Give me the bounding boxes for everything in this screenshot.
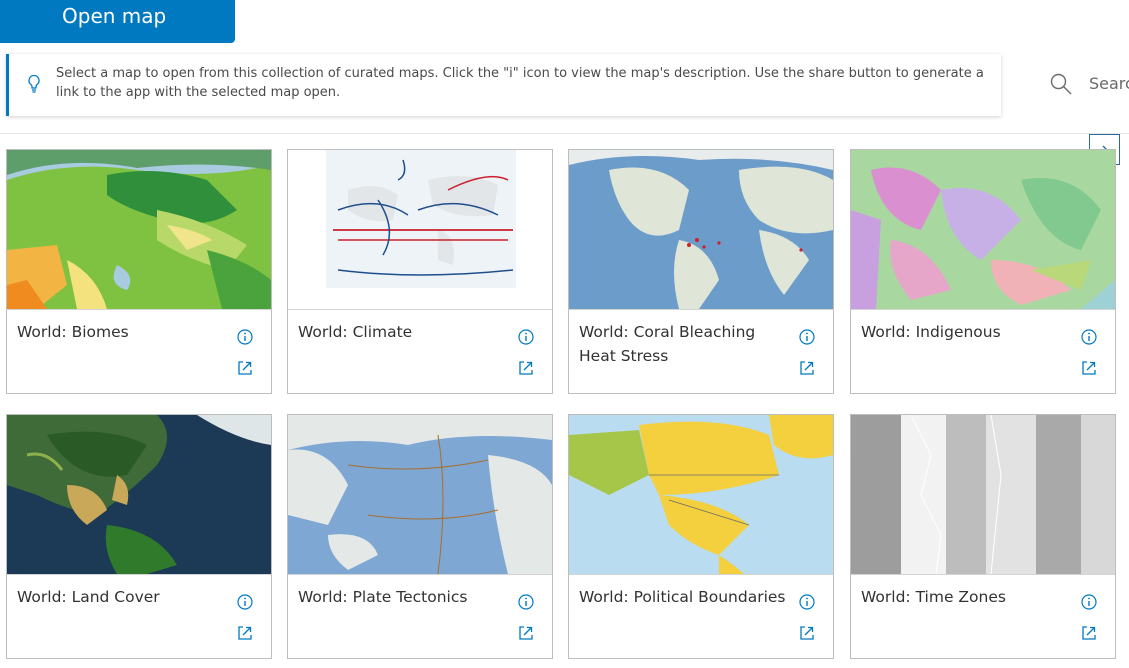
info-icon[interactable] [517,328,535,346]
info-icon[interactable] [236,593,254,611]
info-notice: Select a map to open from this collectio… [6,54,1001,116]
notice-text: Select a map to open from this collectio… [56,66,984,100]
card-title: World: Political Boundaries [579,588,786,606]
search-icon[interactable] [1049,72,1073,96]
share-icon[interactable] [798,359,816,377]
info-icon[interactable] [1080,328,1098,346]
card-title: World: Plate Tectonics [298,588,468,606]
map-card[interactable]: World: Climate [287,149,553,394]
map-thumbnail[interactable] [569,415,833,575]
share-icon[interactable] [798,624,816,642]
share-icon[interactable] [236,359,254,377]
search-input[interactable]: Searc [1089,74,1129,93]
lightbulb-icon [27,74,41,94]
map-thumbnail[interactable] [851,415,1115,575]
divider [0,133,1129,134]
info-icon[interactable] [798,593,816,611]
map-card[interactable]: World: Indigenous [850,149,1116,394]
card-title: World: Biomes [17,323,129,341]
map-card[interactable]: World: Coral Bleaching Heat Stress [568,149,834,394]
map-thumbnail[interactable] [569,150,833,310]
map-thumbnail[interactable] [288,150,552,310]
map-thumbnail[interactable] [7,150,271,310]
card-title: World: Indigenous [861,323,1001,341]
info-icon[interactable] [236,328,254,346]
map-thumbnail[interactable] [288,415,552,575]
share-icon[interactable] [1080,359,1098,377]
card-title: World: Coral Bleaching Heat Stress [579,323,756,365]
info-icon[interactable] [1080,593,1098,611]
share-icon[interactable] [517,624,535,642]
share-icon[interactable] [236,624,254,642]
map-card[interactable]: World: Land Cover [6,414,272,659]
share-icon[interactable] [1080,624,1098,642]
map-card[interactable]: World: Biomes [6,149,272,394]
map-card[interactable]: World: Political Boundaries [568,414,834,659]
card-title: World: Time Zones [861,588,1006,606]
open-map-button[interactable]: Open map [0,0,235,43]
card-title: World: Climate [298,323,413,341]
info-icon[interactable] [798,328,816,346]
share-icon[interactable] [517,359,535,377]
map-card[interactable]: World: Time Zones [850,414,1116,659]
card-title: World: Land Cover [17,588,160,606]
map-thumbnail[interactable] [851,150,1115,310]
info-icon[interactable] [517,593,535,611]
map-thumbnail[interactable] [7,415,271,575]
map-card[interactable]: World: Plate Tectonics [287,414,553,659]
